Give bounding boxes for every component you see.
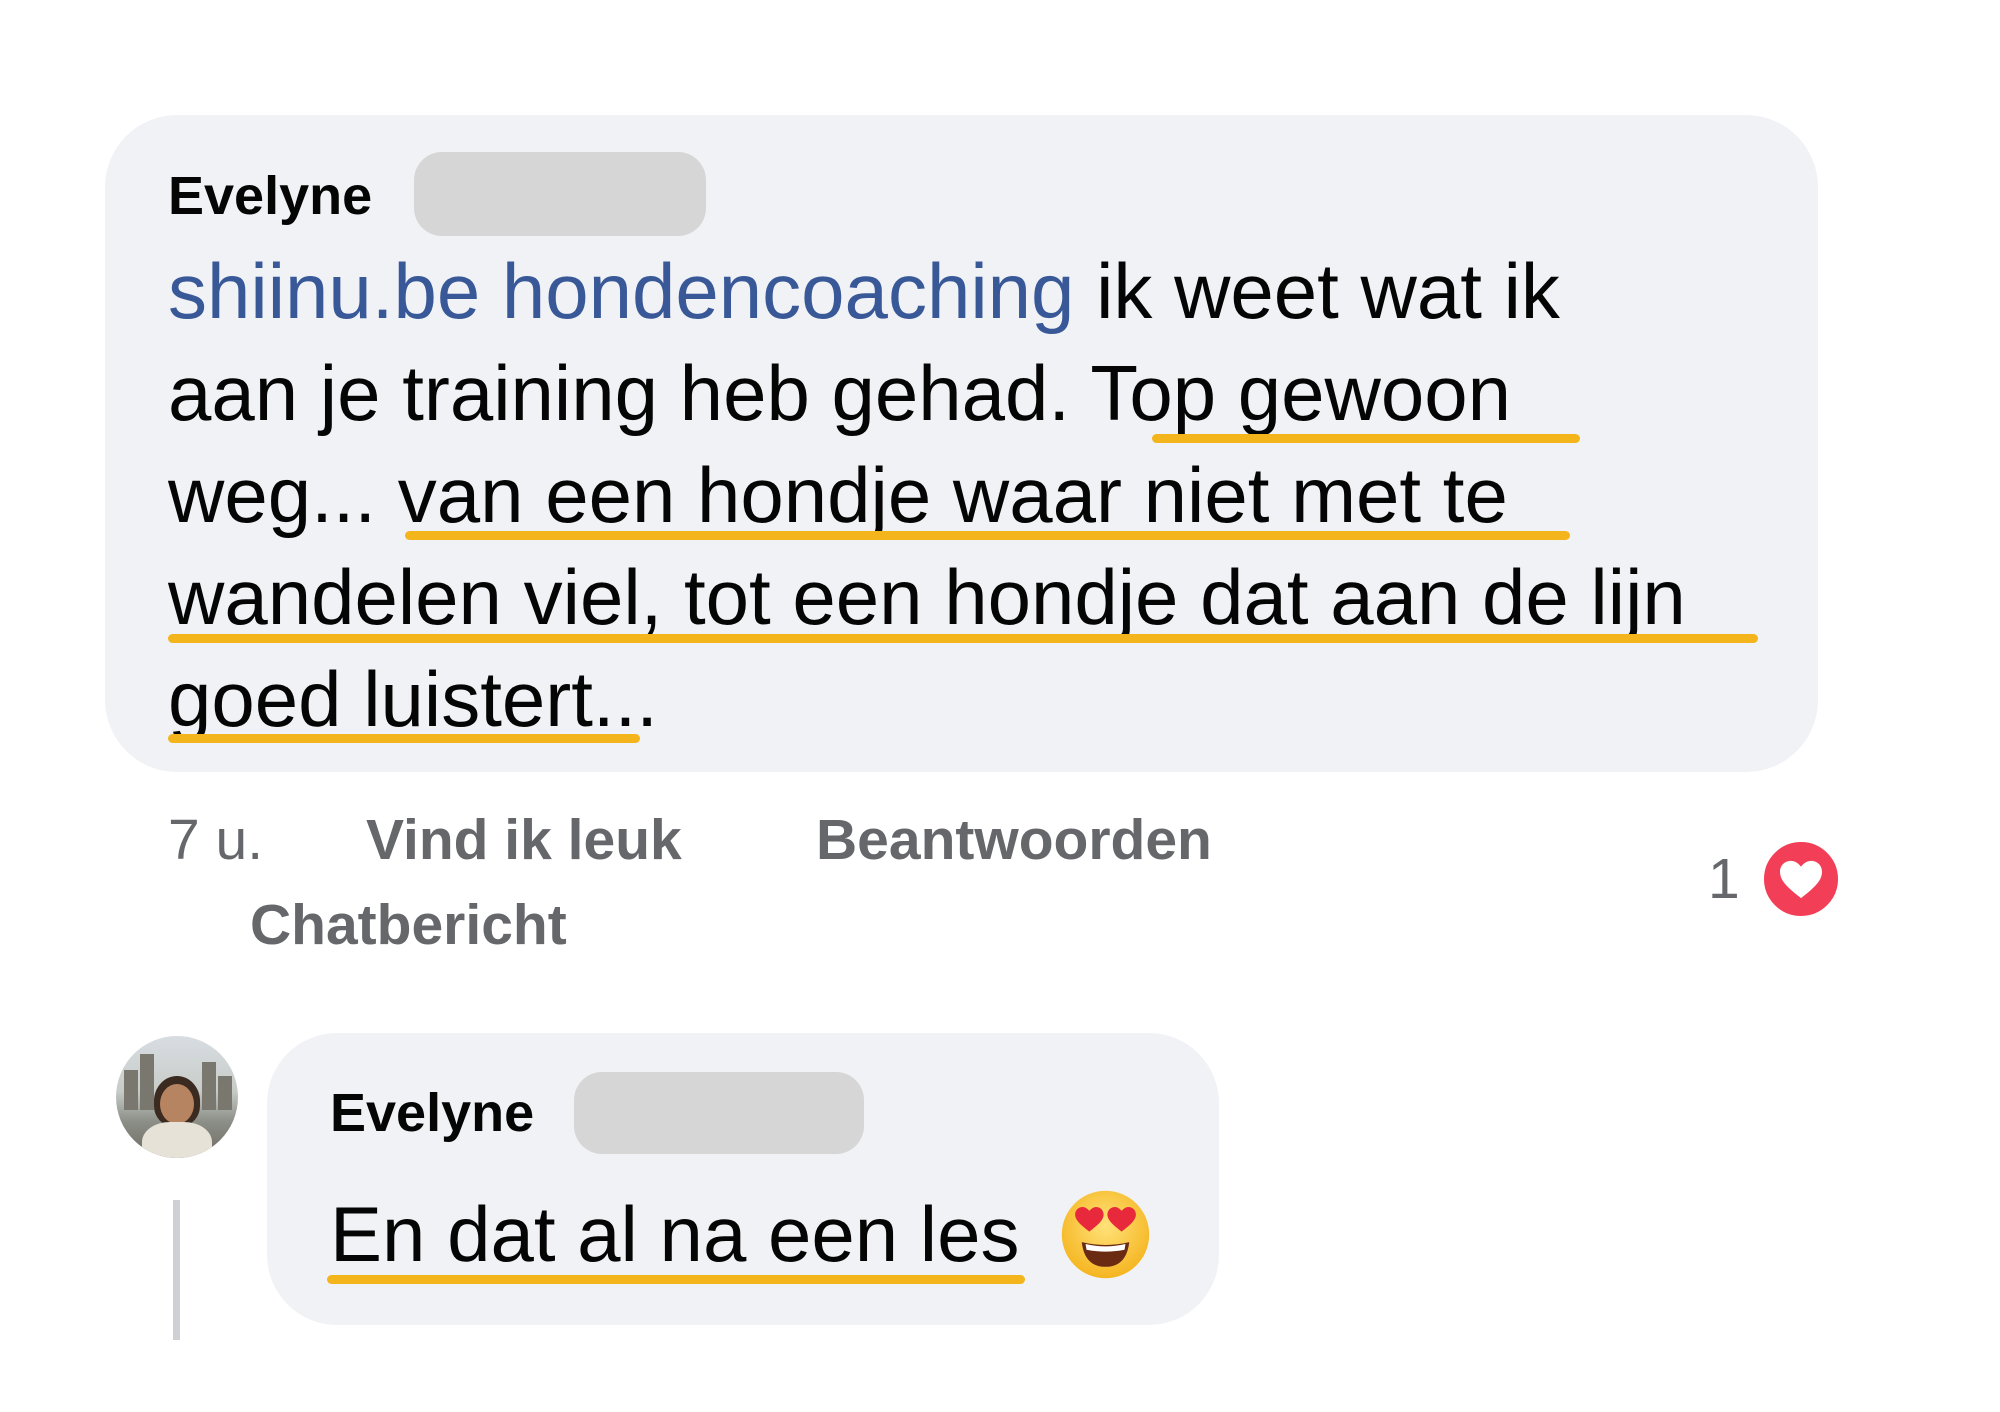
reply-author[interactable]: Evelyne <box>330 1083 534 1143</box>
reply-text: En dat al na een les <box>330 1190 1020 1278</box>
like-button[interactable]: Vind ik leuk <box>366 808 682 872</box>
heart-eyes-emoji <box>1061 1190 1150 1279</box>
highlight-underline <box>1152 434 1580 443</box>
comment-line-1: shiinu.be hondencoaching ik weet wat ik <box>168 240 1560 342</box>
highlight-underline <box>168 634 1758 643</box>
redacted-surname <box>574 1072 864 1154</box>
reaction-count[interactable]: 1 <box>1708 847 1740 911</box>
heart-glyph <box>1780 860 1822 899</box>
comment-line-4: wandelen viel, tot een hondje dat aan de… <box>168 553 1686 641</box>
page-mention-link[interactable]: shiinu.be hondencoaching <box>168 247 1074 335</box>
heart-icon[interactable] <box>1760 838 1842 920</box>
comment-author[interactable]: Evelyne <box>168 166 372 226</box>
chat-message-button[interactable]: Chatbericht <box>250 893 567 957</box>
avatar[interactable] <box>116 1036 238 1158</box>
highlight-underline <box>405 531 1570 540</box>
highlight-underline <box>168 734 640 743</box>
comment-timestamp: 7 u. <box>168 808 264 872</box>
thread-connector-line <box>173 1200 180 1340</box>
highlight-underline <box>327 1275 1025 1284</box>
redacted-surname <box>414 152 706 236</box>
comment-line-1-text: ik weet wat ik <box>1074 247 1560 335</box>
comment-line-2: aan je training heb gehad. Top gewoon <box>168 349 1511 437</box>
reply-button[interactable]: Beantwoorden <box>816 808 1212 872</box>
